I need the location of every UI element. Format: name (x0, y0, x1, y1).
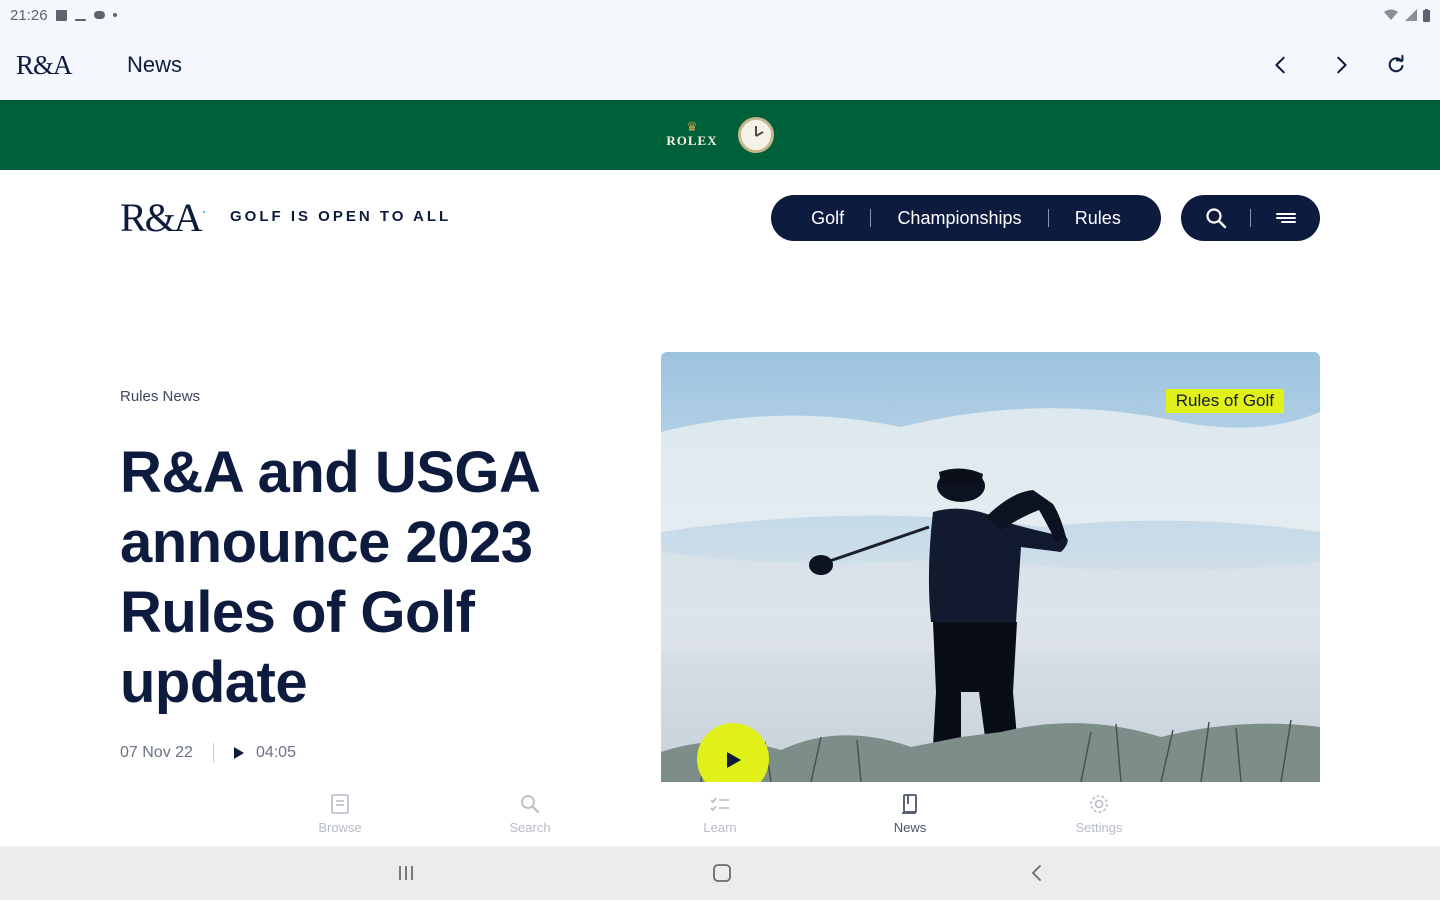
chevron-left-icon (1275, 56, 1285, 74)
article-meta: 07 Nov 22 04:05 (120, 743, 296, 763)
recent-apps-button[interactable] (391, 860, 421, 886)
status-time: 21:26 (10, 6, 48, 24)
news-book-icon (902, 794, 917, 814)
bottom-nav-settings[interactable]: Settings (1049, 792, 1149, 835)
app-logo: R&A (16, 50, 73, 80)
meta-divider (212, 743, 214, 763)
bottom-nav-learn[interactable]: Learn (670, 792, 770, 835)
bottom-nav-label: Settings (1075, 820, 1123, 835)
gear-icon (1090, 795, 1108, 813)
system-back-button[interactable] (1022, 860, 1052, 886)
home-icon (713, 864, 731, 882)
site-tagline: GOLF IS OPEN TO ALL (230, 208, 452, 225)
header-tools (1181, 195, 1320, 241)
browse-icon (331, 794, 349, 814)
recent-apps-icon (399, 866, 413, 880)
battery-icon (1423, 8, 1430, 22)
article-date: 07 Nov 22 (120, 744, 193, 761)
app-bar: R&A News (0, 30, 1440, 100)
nav-link-golf[interactable]: Golf (811, 208, 844, 229)
bottom-nav-label: Search (509, 820, 551, 835)
app-title: News (127, 52, 183, 77)
wifi-icon (1384, 9, 1398, 20)
forward-button[interactable] (1324, 48, 1358, 82)
search-icon[interactable] (1204, 206, 1228, 230)
search-icon (521, 795, 539, 813)
signal-icon (1405, 9, 1417, 21)
status-bar: 21:26 (0, 0, 1440, 30)
site-logo[interactable]: R&A˙ (120, 195, 208, 240)
system-nav-bar (0, 846, 1440, 900)
back-button[interactable] (1264, 48, 1298, 82)
rolex-logo: ♛ ROLEX (666, 119, 718, 149)
bottom-nav-search[interactable]: Search (480, 792, 580, 835)
article-category[interactable]: Rules News (120, 388, 200, 405)
home-button[interactable] (707, 860, 737, 886)
play-icon (233, 747, 244, 759)
nav-link-rules[interactable]: Rules (1075, 208, 1121, 229)
notification-dot-icon (112, 13, 117, 17)
clock-icon (737, 117, 774, 153)
bottom-nav-label: News (893, 820, 927, 835)
rolex-wordmark: ROLEX (666, 133, 718, 148)
video-duration: 04:05 (255, 744, 296, 761)
main-nav: Golf Championships Rules (771, 195, 1161, 241)
cloud-icon (93, 11, 105, 19)
chevron-right-icon (1337, 56, 1347, 74)
tools-divider (1250, 209, 1251, 227)
image-category-tag[interactable]: Rules of Golf (1165, 389, 1284, 413)
refresh-icon (1388, 54, 1404, 73)
checklist-icon (710, 797, 729, 812)
checklist-icon (74, 10, 86, 21)
logo-tick-icon: ˙ (200, 207, 208, 229)
bottom-nav-browse[interactable]: Browse (290, 792, 390, 835)
reload-button[interactable] (1379, 48, 1413, 82)
article-hero-image[interactable]: Rules of Golf (661, 352, 1320, 782)
bottom-nav-news[interactable]: News (860, 792, 960, 835)
bottom-nav-label: Browse (318, 820, 362, 835)
crown-icon: ♛ (686, 119, 698, 134)
status-left: 21:26 (10, 7, 117, 24)
nav-divider (870, 209, 872, 227)
site-logo-text: R&A (120, 195, 203, 240)
status-right (1383, 8, 1430, 22)
bottom-nav: Browse Search Learn News Settings (0, 782, 1440, 846)
calendar-icon (55, 9, 67, 21)
back-icon (1031, 865, 1041, 881)
bottom-nav-label: Learn (703, 820, 737, 835)
menu-icon[interactable] (1274, 206, 1298, 230)
article-headline[interactable]: R&A and USGA announce 2023 Rules of Golf… (120, 438, 590, 718)
nav-link-championships[interactable]: Championships (897, 208, 1021, 229)
sponsor-banner[interactable]: ♛ ROLEX (0, 100, 1440, 170)
nav-divider (1047, 209, 1049, 227)
golfer-silhouette-illustration (661, 408, 1320, 782)
